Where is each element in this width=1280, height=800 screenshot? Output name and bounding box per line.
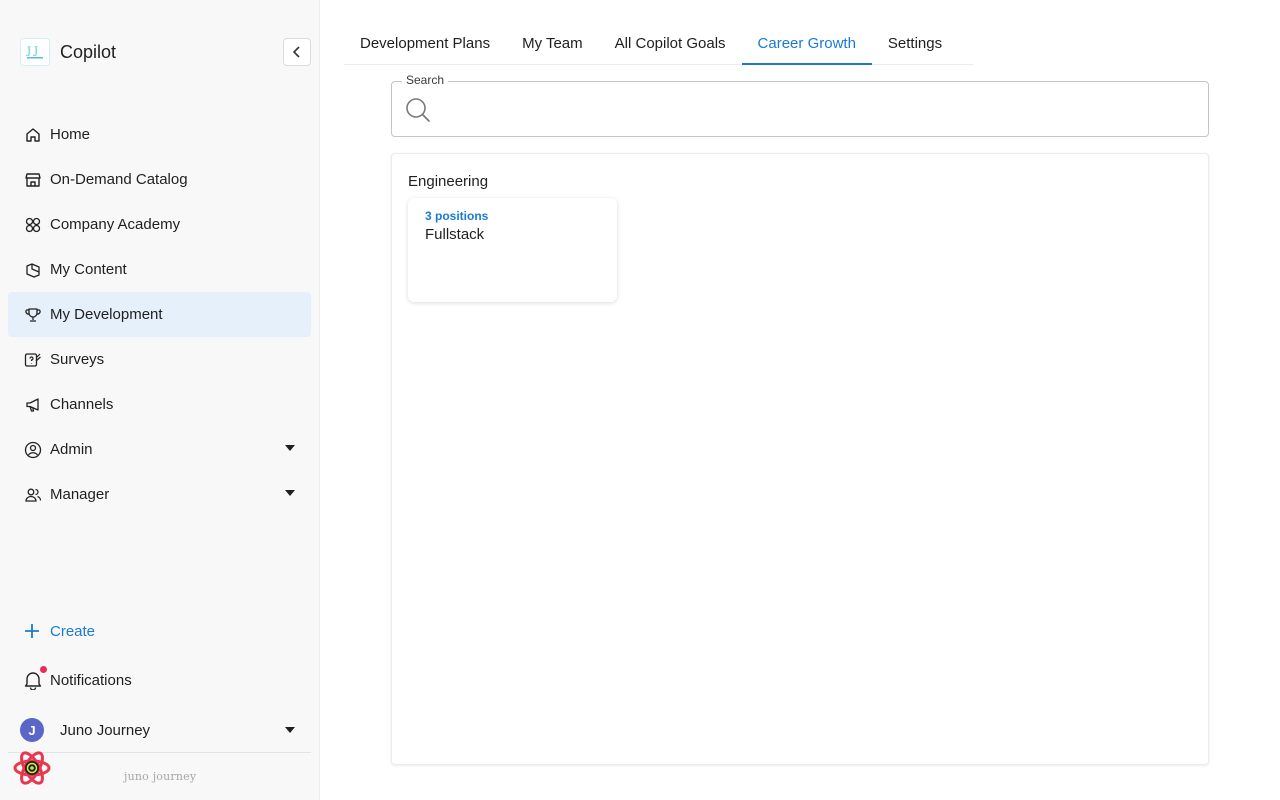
tab-all-copilot-goals[interactable]: All Copilot Goals bbox=[599, 22, 742, 64]
caret-down-icon bbox=[285, 445, 295, 451]
survey-icon bbox=[24, 351, 42, 369]
sidebar-divider bbox=[8, 752, 311, 753]
sidebar-item-label: On-Demand Catalog bbox=[50, 171, 188, 188]
sidebar-item-my-development[interactable]: My Development bbox=[8, 292, 311, 337]
department-title: Engineering bbox=[408, 173, 489, 190]
svg-text:J: J bbox=[26, 46, 31, 57]
caret-down-icon bbox=[285, 727, 295, 733]
sidebar-item-label: Home bbox=[50, 126, 91, 143]
search-icon bbox=[406, 98, 430, 122]
sidebar-item-label: Manager bbox=[50, 486, 110, 503]
sidebar-item-label: Company Academy bbox=[50, 216, 181, 233]
brand[interactable]: J J Copilot bbox=[20, 38, 116, 66]
sidebar-item-my-content[interactable]: My Content bbox=[8, 247, 311, 292]
sidebar-item-on-demand-catalog[interactable]: On-Demand Catalog bbox=[8, 157, 311, 202]
search-label: Search bbox=[402, 73, 449, 87]
create-label: Create bbox=[50, 622, 96, 640]
svg-text:J: J bbox=[33, 46, 38, 57]
juno-logo-icon: J J bbox=[20, 38, 50, 66]
create-button[interactable]: Create bbox=[24, 620, 95, 642]
notification-dot bbox=[40, 666, 47, 673]
tab-my-team[interactable]: My Team bbox=[506, 22, 599, 64]
sidebar-item-surveys[interactable]: Surveys bbox=[8, 337, 311, 382]
sidebar-item-company-academy[interactable]: Company Academy bbox=[8, 202, 311, 247]
notifications-button[interactable]: Notifications bbox=[24, 666, 132, 692]
user-name: Juno Journey bbox=[60, 721, 151, 739]
plus-icon bbox=[25, 624, 39, 638]
app-name: Copilot bbox=[60, 41, 117, 62]
bell-icon bbox=[24, 666, 47, 691]
user-circle-icon bbox=[24, 441, 42, 459]
sidebar-item-label: Surveys bbox=[50, 351, 105, 368]
home-icon bbox=[24, 126, 42, 144]
store-icon bbox=[24, 171, 42, 189]
position-card[interactable]: 3 positions Fullstack bbox=[408, 198, 617, 302]
sidebar-item-label: Admin bbox=[50, 441, 93, 458]
sidebar-item-label: My Development bbox=[50, 306, 163, 323]
folder-icon bbox=[24, 261, 42, 279]
megaphone-icon bbox=[24, 396, 42, 414]
avatar: J bbox=[20, 718, 44, 742]
user-menu[interactable]: J Juno Journey bbox=[20, 718, 311, 742]
tab-settings[interactable]: Settings bbox=[872, 22, 958, 64]
grid-circles-icon bbox=[24, 216, 42, 234]
trophy-icon bbox=[24, 306, 42, 324]
tab-development-plans[interactable]: Development Plans bbox=[344, 22, 506, 64]
sidebar-item-channels[interactable]: Channels bbox=[8, 382, 311, 427]
caret-down-icon bbox=[285, 490, 295, 496]
department-panel: Engineering 3 positions Fullstack bbox=[391, 153, 1209, 765]
chevron-left-icon bbox=[292, 46, 300, 58]
position-title: Fullstack bbox=[425, 226, 485, 243]
collapse-sidebar-button[interactable] bbox=[283, 38, 311, 66]
sidebar-item-home[interactable]: Home bbox=[8, 112, 311, 157]
sidebar-item-admin[interactable]: Admin bbox=[8, 427, 311, 472]
sidebar: J J Copilot Home On-Demand Catalog Compa… bbox=[0, 0, 320, 800]
tab-bar: Development Plans My Team All Copilot Go… bbox=[344, 22, 974, 65]
position-count: 3 positions bbox=[425, 209, 489, 223]
sidebar-item-label: My Content bbox=[50, 261, 127, 278]
search-field: Search bbox=[391, 73, 1209, 137]
users-icon bbox=[24, 486, 42, 504]
search-input[interactable] bbox=[440, 94, 1190, 124]
sidebar-item-manager[interactable]: Manager bbox=[8, 472, 311, 517]
react-logo-icon[interactable] bbox=[12, 748, 52, 788]
sidebar-item-label: Channels bbox=[50, 396, 114, 413]
footer-brand: juno journey bbox=[124, 770, 197, 783]
tab-career-growth[interactable]: Career Growth bbox=[741, 22, 873, 65]
notifications-label: Notifications bbox=[50, 671, 132, 689]
